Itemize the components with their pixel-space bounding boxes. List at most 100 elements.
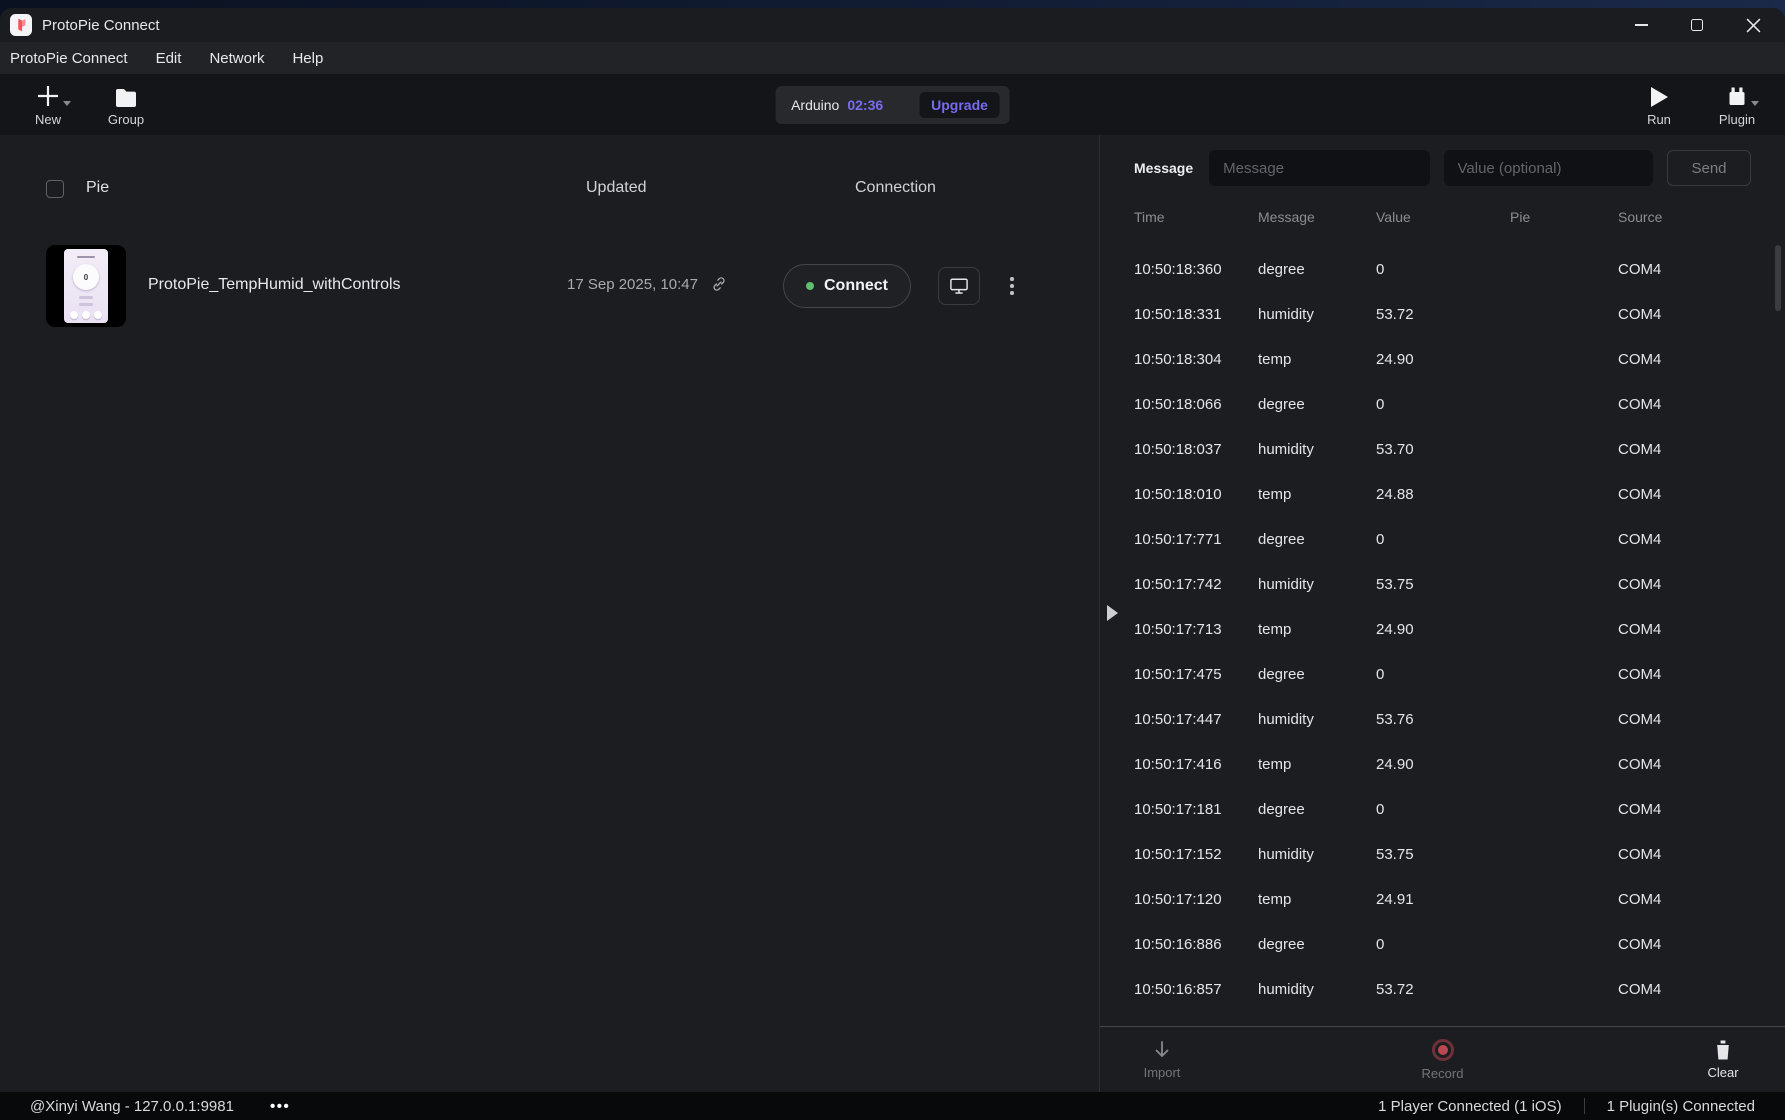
cell-value: 53.70 — [1376, 441, 1510, 458]
cell-time: 10:50:17:152 — [1134, 846, 1258, 863]
value-input[interactable] — [1444, 150, 1653, 186]
window-controls — [1625, 12, 1769, 38]
log-row: 10:50:17:713temp24.90COM4 — [1100, 607, 1785, 652]
log-row: 10:50:16:886degree0 COM4 — [1100, 922, 1785, 967]
arrow-down-icon — [1152, 1040, 1172, 1060]
cell-value: 0 — [1376, 396, 1510, 413]
cell-value: 24.90 — [1376, 756, 1510, 773]
cell-value: 0 — [1376, 531, 1510, 548]
more-options-icon[interactable] — [1006, 271, 1018, 301]
cell-source: COM4 — [1618, 711, 1771, 728]
close-icon[interactable] — [1737, 12, 1769, 38]
message-panel: Message Send Time Message Value Pie Sour… — [1100, 135, 1785, 1092]
cell-source: COM4 — [1618, 306, 1771, 323]
log-row: 10:50:17:120temp24.91COM4 — [1100, 877, 1785, 922]
log-row: 10:50:18:304temp24.90COM4 — [1100, 337, 1785, 382]
message-label: Message — [1134, 160, 1193, 176]
cell-value: 0 — [1376, 666, 1510, 683]
upgrade-button[interactable]: Upgrade — [919, 92, 1000, 118]
maximize-icon[interactable] — [1681, 12, 1713, 38]
pie-thumbnail[interactable]: 0 — [46, 245, 126, 327]
menu-edit[interactable]: Edit — [156, 50, 182, 67]
record-button[interactable]: Record — [1417, 1039, 1469, 1081]
status-players: 1 Player Connected (1 iOS) — [1378, 1098, 1561, 1115]
pie-updated-date: 17 Sep 2025, 10:47 — [567, 276, 698, 293]
send-button[interactable]: Send — [1667, 150, 1751, 186]
log-header-pie: Pie — [1510, 209, 1618, 225]
cell-time: 10:50:17:416 — [1134, 756, 1258, 773]
protopie-logo-icon — [10, 14, 32, 36]
cell-message: humidity — [1258, 846, 1376, 863]
cell-value: 0 — [1376, 261, 1510, 278]
cell-message: temp — [1258, 756, 1376, 773]
new-label: New — [35, 112, 61, 127]
log-header-time: Time — [1134, 209, 1258, 225]
status-more-icon[interactable]: ••• — [270, 1098, 290, 1115]
pie-connection-cell: Connect — [783, 264, 1018, 308]
plus-icon — [35, 83, 61, 109]
menu-protopie-connect[interactable]: ProtoPie Connect — [10, 50, 128, 67]
status-host: @Xinyi Wang - 127.0.0.1:9981 — [30, 1098, 234, 1115]
cell-source: COM4 — [1618, 936, 1771, 953]
log-row: 10:50:16:857humidity53.72COM4 — [1100, 967, 1785, 1012]
scrollbar-thumb[interactable] — [1775, 245, 1781, 311]
cell-source: COM4 — [1618, 756, 1771, 773]
message-input[interactable] — [1209, 150, 1429, 186]
status-dot-icon — [806, 282, 814, 290]
clear-button[interactable]: Clear — [1697, 1040, 1749, 1080]
menu-network[interactable]: Network — [209, 50, 264, 67]
panel-collapse-handle-icon[interactable] — [1107, 605, 1118, 621]
pie-list-panel: Pie Updated Connection 0 ProtoPie_TempHu… — [0, 135, 1099, 1092]
cell-value: 24.88 — [1376, 486, 1510, 503]
cell-time: 10:50:17:181 — [1134, 801, 1258, 818]
log-row: 10:50:18:331humidity53.72COM4 — [1100, 292, 1785, 337]
cell-message: temp — [1258, 486, 1376, 503]
cell-value: 53.72 — [1376, 981, 1510, 998]
group-button[interactable]: Group — [104, 83, 148, 127]
cell-time: 10:50:17:713 — [1134, 621, 1258, 638]
new-button[interactable]: New — [26, 83, 70, 127]
group-label: Group — [108, 112, 144, 127]
run-label: Run — [1647, 112, 1671, 127]
cell-message: humidity — [1258, 576, 1376, 593]
cell-value: 24.91 — [1376, 891, 1510, 908]
cell-value: 0 — [1376, 936, 1510, 953]
cell-time: 10:50:18:066 — [1134, 396, 1258, 413]
monitor-icon — [949, 277, 969, 295]
folder-icon — [114, 87, 138, 109]
run-button[interactable]: Run — [1637, 83, 1681, 127]
select-all-checkbox[interactable] — [46, 180, 64, 198]
log-row: 10:50:18:010temp24.88COM4 — [1100, 472, 1785, 517]
log-table-header: Time Message Value Pie Source — [1100, 197, 1785, 237]
status-bar: @Xinyi Wang - 127.0.0.1:9981 ••• 1 Playe… — [0, 1092, 1785, 1120]
device-badge[interactable]: Arduino 02:36 Upgrade — [775, 86, 1010, 124]
cell-message: humidity — [1258, 711, 1376, 728]
pie-list-header: Pie Updated Connection — [0, 168, 1099, 212]
record-label: Record — [1422, 1066, 1464, 1081]
connect-button[interactable]: Connect — [783, 264, 911, 308]
cell-time: 10:50:16:886 — [1134, 936, 1258, 953]
cell-value: 53.72 — [1376, 306, 1510, 323]
import-button[interactable]: Import — [1136, 1040, 1188, 1080]
cell-source: COM4 — [1618, 981, 1771, 998]
cell-source: COM4 — [1618, 441, 1771, 458]
cell-time: 10:50:17:475 — [1134, 666, 1258, 683]
cell-message: degree — [1258, 936, 1376, 953]
main-area: Pie Updated Connection 0 ProtoPie_TempHu… — [0, 135, 1785, 1092]
pie-list-row[interactable]: 0 ProtoPie_TempHumid_withControls 17 Sep… — [0, 245, 1099, 327]
log-footer-bar: Import Record Clear — [1100, 1026, 1785, 1092]
log-header-source: Source — [1618, 209, 1771, 225]
cell-source: COM4 — [1618, 666, 1771, 683]
clear-label: Clear — [1707, 1065, 1738, 1080]
cell-message: degree — [1258, 261, 1376, 278]
cell-message: temp — [1258, 621, 1376, 638]
log-header-value: Value — [1376, 209, 1510, 225]
minimize-icon[interactable] — [1625, 12, 1657, 38]
menu-help[interactable]: Help — [292, 50, 323, 67]
log-row: 10:50:18:066degree0COM4 — [1100, 382, 1785, 427]
cell-time: 10:50:18:010 — [1134, 486, 1258, 503]
plugin-button[interactable]: Plugin — [1715, 83, 1759, 127]
preview-monitor-button[interactable] — [938, 267, 980, 305]
link-icon[interactable] — [710, 275, 728, 293]
cell-time: 10:50:18:037 — [1134, 441, 1258, 458]
